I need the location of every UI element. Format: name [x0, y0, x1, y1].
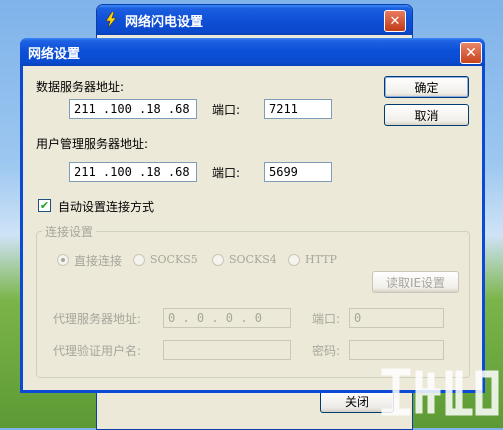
- ok-button[interactable]: 确定: [384, 76, 469, 98]
- lightning-app-icon: [103, 11, 119, 29]
- background-window-title: 网络闪电设置: [125, 14, 204, 30]
- dialog-close-icon[interactable]: ✕: [460, 42, 482, 64]
- proxy-server-ip-input[interactable]: 0 . 0 . 0 . 0: [163, 308, 291, 328]
- radio-socks4-label: SOCKS4: [229, 253, 277, 266]
- dialog-titlebar[interactable]: 网络设置 ✕: [20, 38, 485, 66]
- user-server-port-input[interactable]: 5699: [264, 162, 332, 182]
- dialog-title: 网络设置: [28, 46, 81, 62]
- data-server-ip-input[interactable]: 211 .100 .18 .68: [69, 99, 197, 119]
- user-server-ip-input[interactable]: 211 .100 .18 .68: [69, 162, 197, 182]
- radio-http-label: HTTP: [305, 253, 337, 266]
- proxy-port-label: 端口:: [312, 312, 341, 326]
- radio-direct[interactable]: [57, 254, 69, 266]
- user-server-port-label: 端口:: [212, 166, 241, 180]
- connection-settings-group-label: 连接设置: [42, 223, 97, 240]
- radio-http[interactable]: [288, 254, 300, 266]
- radio-socks5-label: SOCKS5: [150, 253, 198, 266]
- background-window-close-icon[interactable]: ✕: [384, 10, 406, 32]
- proxy-user-label: 代理验证用户名:: [53, 344, 142, 358]
- data-server-port-input[interactable]: 7211: [264, 99, 332, 119]
- password-label: 密码:: [312, 344, 341, 358]
- watermark-logo-icon: [381, 368, 499, 416]
- password-input[interactable]: [349, 340, 444, 360]
- radio-socks4[interactable]: [212, 254, 224, 266]
- user-server-label: 用户管理服务器地址:: [36, 137, 149, 151]
- proxy-server-label: 代理服务器地址:: [53, 312, 142, 326]
- network-settings-dialog: 网络设置 ✕ 数据服务器地址: 211 .100 .18 .68 端口: 721…: [20, 38, 485, 393]
- data-server-label: 数据服务器地址:: [36, 80, 125, 94]
- auto-config-label: 自动设置连接方式: [58, 200, 155, 214]
- proxy-port-input[interactable]: 0: [349, 308, 444, 328]
- radio-direct-label: 直接连接: [74, 254, 123, 268]
- background-window-titlebar[interactable]: 网络闪电设置 ✕: [97, 5, 412, 35]
- auto-config-checkbox[interactable]: ✔: [38, 199, 51, 212]
- cancel-button[interactable]: 取消: [384, 104, 469, 126]
- radio-socks5[interactable]: [133, 254, 145, 266]
- read-ie-settings-button[interactable]: 读取IE设置: [372, 271, 459, 293]
- data-server-port-label: 端口:: [212, 103, 241, 117]
- proxy-user-input[interactable]: [163, 340, 291, 360]
